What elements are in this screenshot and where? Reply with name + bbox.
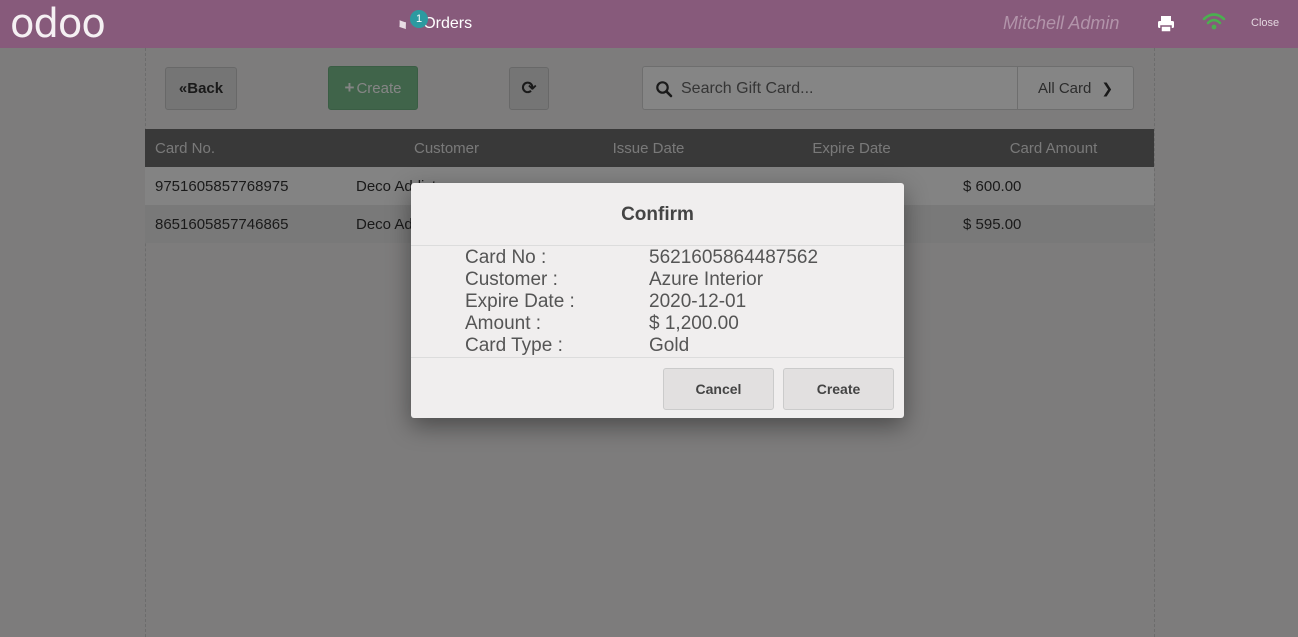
printer-icon[interactable] [1156,14,1176,34]
dialog-title: Confirm [411,183,904,246]
detail-label: Card No : [465,247,547,268]
close-link[interactable]: Close [1251,17,1279,29]
detail-label: Amount : [465,313,542,334]
dialog-body: Card No : 5621605864487562 Customer : Az… [411,247,904,357]
orders-button[interactable]: ♦ 1 Orders [393,10,473,38]
detail-value: 2020-12-01 [649,291,747,312]
cancel-button[interactable]: Cancel [663,368,774,410]
detail-value: Azure Interior [649,269,764,290]
detail-value: 5621605864487562 [649,247,819,268]
top-bar: odoo ♦ 1 Orders Mitchell Admin Close [0,0,1298,48]
detail-label: Expire Date : [465,291,575,312]
orders-label: Orders [423,15,473,32]
confirm-create-button[interactable]: Create [783,368,894,410]
detail-label: Customer : [465,269,558,290]
orders-count-badge: 1 [410,10,428,28]
wifi-icon [1202,13,1226,30]
confirm-dialog: Confirm Card No : 5621605864487562 Custo… [411,183,904,418]
user-name[interactable]: Mitchell Admin [1003,13,1119,34]
odoo-logo: odoo [10,1,106,47]
dialog-footer: Cancel Create [411,357,904,418]
detail-value: $ 1,200.00 [649,313,739,334]
detail-label: Card Type : [465,335,563,356]
detail-value: Gold [649,335,690,356]
